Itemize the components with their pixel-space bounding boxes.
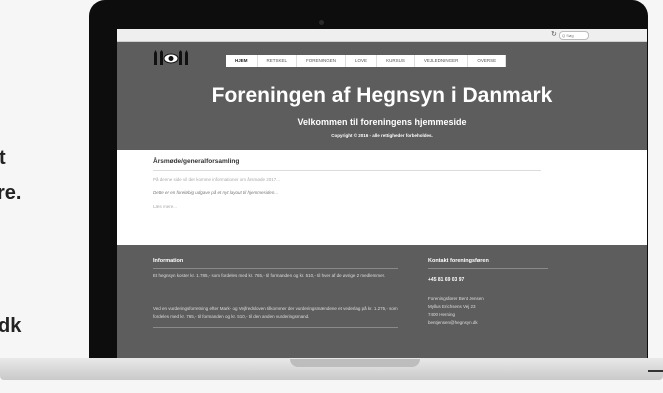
main-nav: HJEM RETSKEL FORENINGEN LOVE KURSUS VEJL…: [226, 55, 507, 67]
copyright-text: Copyright © 2016 - alle rettigheder forb…: [331, 133, 433, 138]
post-divider: [153, 170, 541, 171]
laptop-notch: [290, 359, 420, 367]
base-edge-mark: [648, 370, 663, 372]
nav-item-overse[interactable]: OVERSE: [468, 55, 507, 67]
reload-icon[interactable]: ↻: [551, 30, 557, 38]
contact-email[interactable]: bentjensen@hegnsyn.dk: [428, 319, 478, 327]
nav-item-vejledninger[interactable]: VEJLEDNINGER: [415, 55, 469, 67]
content-area: Årsmøde/generalforsamling På denne side …: [117, 150, 647, 245]
contact-line-2: Myllus Erichsens Vej 23: [428, 304, 476, 309]
background-text-1: t: [0, 147, 6, 169]
contact-phone[interactable]: +45 81 69 03 97: [428, 277, 464, 283]
site-title: Foreningen af Hegnsyn i Danmark: [211, 84, 553, 107]
contact-heading: Kontakt foreningsføren: [428, 258, 489, 264]
site-logo-icon[interactable]: [153, 50, 189, 66]
nav-item-foreningen[interactable]: FORENINGEN: [297, 55, 347, 67]
info-text-1: Et hegnsyn koster kr. 1.785,- som fordel…: [153, 273, 386, 278]
nav-item-love[interactable]: LOVE: [346, 55, 378, 67]
footer: Information Et hegnsyn koster kr. 1.785,…: [117, 245, 647, 359]
browser-toolbar: ↻ Q Søg: [117, 29, 647, 42]
contact-divider: [428, 268, 548, 269]
nav-item-kursus[interactable]: KURSUS: [377, 55, 415, 67]
read-more-link[interactable]: Læs mere...: [153, 204, 177, 209]
contact-line-1: Foreningsfører Bent Jensen: [428, 296, 484, 301]
browser-search-input[interactable]: Q Søg: [559, 31, 589, 40]
post-meta: På denne side vil der komme informatione…: [153, 177, 281, 182]
contact-line-3: 7400 Herning: [428, 312, 456, 317]
post-title[interactable]: Årsmøde/generalforsamling: [153, 158, 239, 165]
background-text-3: dk: [0, 315, 22, 337]
laptop-screen: ↻ Q Søg HJEM RETSKEL FORENINGEN LOVE KUR…: [117, 29, 647, 359]
info-divider-bottom: [153, 327, 398, 328]
nav-item-hjem[interactable]: HJEM: [226, 55, 258, 67]
webcam-icon: [319, 20, 324, 25]
info-divider: [153, 268, 398, 269]
site-subtitle: Velkommen til foreningens hjemmeside: [297, 117, 467, 127]
nav-item-retskel[interactable]: RETSKEL: [258, 55, 298, 67]
post-excerpt: Dette er en foreløbig udgave på et nyt l…: [153, 190, 279, 195]
info-text-2: Ved en vurderingsforretning efter Mark- …: [153, 306, 398, 319]
background-text-2: re.: [0, 182, 22, 204]
info-heading: Information: [153, 258, 184, 264]
